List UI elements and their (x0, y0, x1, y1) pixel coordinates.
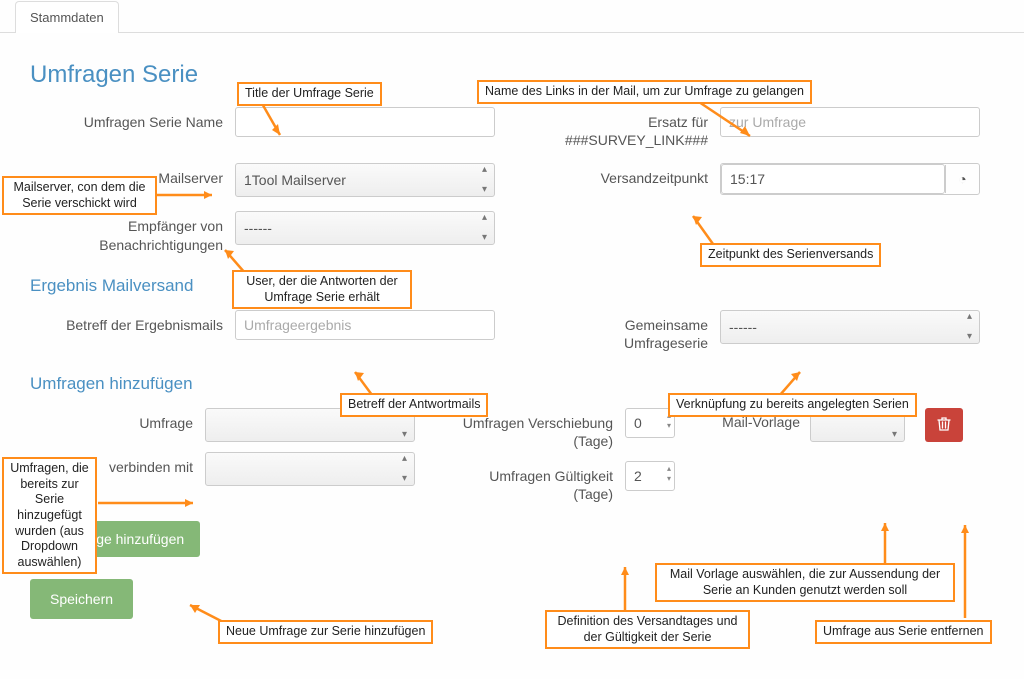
remove-survey-button[interactable] (925, 408, 963, 442)
tab-stammdaten[interactable]: Stammdaten (15, 1, 119, 33)
annotation: User, der die Antworten der Umfrage Seri… (232, 270, 412, 309)
label-shared-series: Gemeinsame Umfrageserie (540, 310, 720, 352)
chevron-updown-icon: ▴▾ (482, 160, 487, 200)
label-result-subject: Betreff der Ergebnismails (30, 310, 235, 334)
annotation: Verknüpfung zu bereits angelegten Serien (668, 393, 917, 417)
label-sendtime: Versandzeitpunkt (560, 163, 720, 187)
annotation: Betreff der Antwortmails (340, 393, 488, 417)
chevron-updown-icon: ▴▾ (967, 307, 972, 347)
spinner-icon: ▴▾ (667, 464, 671, 484)
label-validity: Umfragen Gültigkeit (Tage) (450, 461, 625, 503)
annotation: Mail Vorlage auswählen, die zur Aussendu… (655, 563, 955, 602)
serie-name-input[interactable] (235, 107, 495, 137)
save-button[interactable]: Speichern (30, 579, 133, 619)
shift-value: 0 (634, 415, 642, 431)
validity-input[interactable]: 2 ▴▾ (625, 461, 675, 491)
clock-button[interactable]: ◔ (945, 165, 979, 193)
connect-select[interactable]: ▴▾ (205, 452, 415, 486)
trash-icon (937, 419, 951, 435)
annotation: Umfragen, die bereits zur Serie hinzugef… (2, 457, 97, 574)
annotation: Zeitpunkt des Serienversands (700, 243, 881, 267)
label-recipients: Empfänger von Benachrichtigungen (30, 211, 235, 253)
section-title-add: Umfragen hinzufügen (30, 374, 994, 394)
mailserver-select[interactable]: 1Tool Mailserver ▴▾ (235, 163, 495, 197)
shared-series-select[interactable]: ------ ▴▾ (720, 310, 980, 344)
mailserver-selected: 1Tool Mailserver (244, 172, 346, 188)
sendtime-input[interactable] (721, 164, 945, 194)
replace-input[interactable] (720, 107, 980, 137)
annotation: Mailserver, con dem die Serie verschickt… (2, 176, 157, 215)
label-survey: Umfrage (30, 408, 205, 432)
section-title-result: Ergebnis Mailversand (30, 276, 994, 296)
recipients-selected: ------ (244, 220, 272, 236)
annotation: Definition des Versandtages und der Gült… (545, 610, 750, 649)
label-replace: Ersatz für ###SURVEY_LINK### (560, 107, 720, 149)
annotation: Umfrage aus Serie entfernen (815, 620, 992, 644)
validity-value: 2 (634, 468, 642, 484)
clock-icon: ◔ (958, 171, 966, 187)
label-serie-name: Umfragen Serie Name (30, 107, 235, 131)
annotation: Title der Umfrage Serie (237, 82, 382, 106)
chevron-updown-icon: ▴▾ (482, 208, 487, 248)
chevron-updown-icon: ▴▾ (402, 449, 407, 489)
recipients-select[interactable]: ------ ▴▾ (235, 211, 495, 245)
annotation: Neue Umfrage zur Serie hinzufügen (218, 620, 433, 644)
result-subject-input[interactable] (235, 310, 495, 340)
annotation: Name des Links in der Mail, um zur Umfra… (477, 80, 812, 104)
shared-series-selected: ------ (729, 319, 757, 335)
